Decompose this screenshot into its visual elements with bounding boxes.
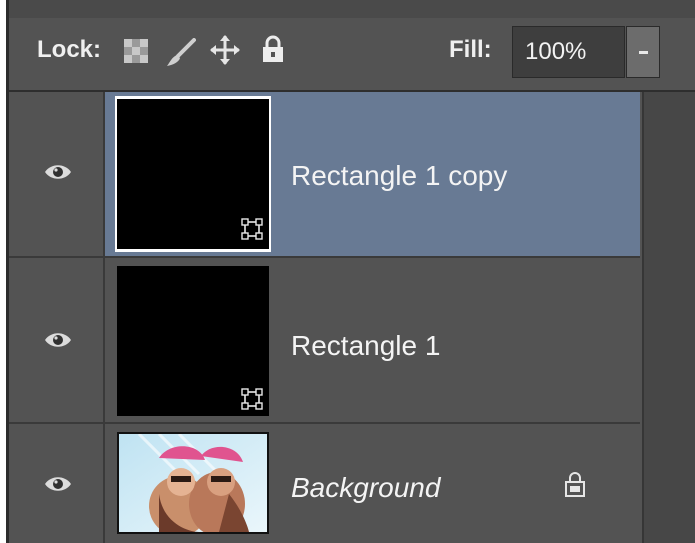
layer-name: Rectangle 1 xyxy=(291,330,441,361)
vector-mask-icon xyxy=(241,218,263,240)
panel-top-strip xyxy=(9,0,695,19)
fill-label: Fill: xyxy=(449,36,492,63)
layer-name: Background xyxy=(291,472,441,503)
lock-image-pixels-icon[interactable] xyxy=(164,38,196,73)
fill-input[interactable]: 100% xyxy=(512,26,625,78)
visibility-column xyxy=(9,92,105,256)
layer-row-rectangle-1[interactable]: Rectangle 1 xyxy=(9,258,640,424)
panel-scrollbar[interactable] xyxy=(642,92,695,543)
lock-transparent-pixels-icon[interactable] xyxy=(123,38,149,69)
lock-all-icon[interactable] xyxy=(261,34,285,69)
background-photo-thumbnail[interactable] xyxy=(117,432,269,534)
layer-row-background[interactable]: Background xyxy=(9,424,640,543)
eye-icon[interactable] xyxy=(43,330,73,355)
lock-label: Lock: xyxy=(37,36,102,63)
lock-position-icon[interactable] xyxy=(209,34,241,71)
lock-bar: Lock: Fill: 100% xyxy=(9,18,695,92)
chevron-down-icon xyxy=(639,51,648,54)
layer-lock-icon[interactable] xyxy=(564,470,586,503)
layer-row-rectangle-1-copy[interactable]: Rectangle 1 copy xyxy=(9,92,640,258)
visibility-column xyxy=(9,424,105,543)
vector-mask-icon xyxy=(241,388,263,410)
visibility-column xyxy=(9,258,105,422)
fill-dropdown-button[interactable] xyxy=(626,26,660,78)
eye-icon[interactable] xyxy=(43,162,73,187)
layers-panel: Lock: Fill: 100% Rectangle 1 copy Rectan… xyxy=(6,0,695,543)
layer-name: Rectangle 1 copy xyxy=(291,160,508,191)
eye-icon[interactable] xyxy=(43,474,73,499)
